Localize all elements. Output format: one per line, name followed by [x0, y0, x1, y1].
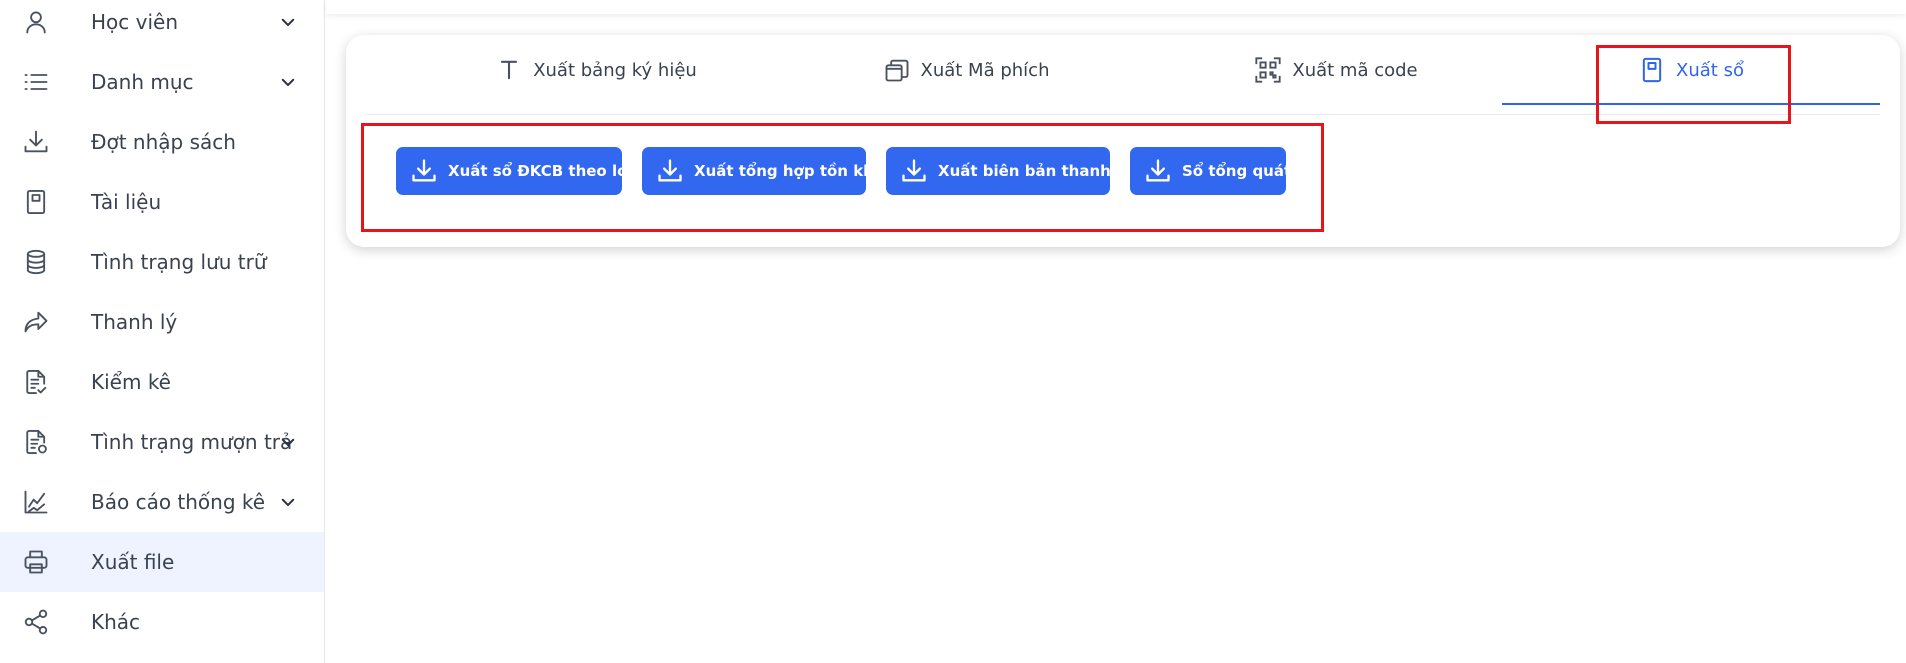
- book-icon: [22, 188, 50, 216]
- export-liquidation-report-button[interactable]: Xuất biên bản thanh lý: [886, 147, 1131, 195]
- export-card: Xuất bảng ký hiệu Xuất Mã phích Xuất mã …: [346, 35, 1900, 247]
- user-icon: [22, 8, 50, 36]
- book-icon: [1638, 56, 1666, 84]
- sidebar-item-khac[interactable]: Khác: [0, 592, 324, 652]
- document-refresh-icon: [22, 428, 50, 456]
- chevron-down-icon[interactable]: [279, 433, 297, 451]
- printer-icon: [22, 548, 50, 576]
- tab-xuat-ma-code[interactable]: Xuất mã code: [1186, 35, 1486, 105]
- checklist-icon: [22, 368, 50, 396]
- sidebar-item-tinh-trang-muon-tra[interactable]: Tình trạng mượn trả: [0, 412, 324, 472]
- download-icon: [656, 157, 684, 185]
- sidebar-item-xuat-file[interactable]: Xuất file: [0, 532, 324, 592]
- sidebar-item-label: Kiểm kê: [91, 370, 171, 394]
- sidebar-item-dot-nhap-sach[interactable]: Đợt nhập sách: [0, 112, 324, 172]
- copy-icon: [883, 56, 911, 84]
- sidebar-item-label: Tình trạng mượn trả: [91, 430, 293, 454]
- tab-xuat-ma-phich[interactable]: Xuất Mã phích: [816, 35, 1116, 105]
- sidebar-item-tai-lieu[interactable]: Tài liệu: [0, 172, 324, 232]
- sidebar-item-label: Thanh lý: [91, 310, 178, 334]
- sidebar: Học viên Danh mục Đợt nhập sách Tài liệu…: [0, 0, 325, 663]
- button-label: Xuất biên bản thanh lý: [938, 162, 1131, 180]
- sidebar-item-label: Khác: [91, 610, 141, 634]
- button-label: Xuất tổng hợp tồn kho: [694, 162, 885, 180]
- download-icon: [410, 157, 438, 185]
- tab-label: Xuất Mã phích: [920, 59, 1050, 81]
- active-tab-indicator: [1502, 103, 1880, 105]
- sidebar-item-kiem-ke[interactable]: Kiểm kê: [0, 352, 324, 412]
- sidebar-item-label: Báo cáo thống kê: [91, 490, 266, 514]
- download-icon: [22, 128, 50, 156]
- chevron-down-icon[interactable]: [279, 13, 297, 31]
- download-icon: [1144, 157, 1172, 185]
- sidebar-item-label: Danh mục: [91, 70, 194, 94]
- text-icon: [495, 56, 523, 84]
- general-ledger-button[interactable]: Sổ tổng quát: [1130, 147, 1291, 195]
- sidebar-item-label: Tình trạng lưu trữ: [91, 250, 267, 274]
- button-label: Xuất sổ ĐKCB theo loại: [448, 162, 643, 180]
- line-chart-icon: [22, 488, 50, 516]
- chevron-down-icon[interactable]: [279, 493, 297, 511]
- sidebar-item-danh-muc[interactable]: Danh mục: [0, 52, 324, 112]
- export-inventory-summary-button[interactable]: Xuất tổng hợp tồn kho: [642, 147, 884, 195]
- list-icon: [22, 68, 50, 96]
- database-icon: [22, 248, 50, 276]
- sidebar-item-label: Đợt nhập sách: [91, 130, 236, 154]
- sidebar-item-thanh-ly[interactable]: Thanh lý: [0, 292, 324, 352]
- sidebar-item-tinh-trang-luu-tru[interactable]: Tình trạng lưu trữ: [0, 232, 324, 292]
- sidebar-item-label: Xuất file: [91, 550, 175, 574]
- export-dkcb-by-type-button[interactable]: Xuất sổ ĐKCB theo loại: [396, 147, 643, 195]
- tab-xuat-bang-ky-hieu[interactable]: Xuất bảng ký hiệu: [446, 35, 746, 105]
- chevron-down-icon[interactable]: [279, 73, 297, 91]
- share-arrow-icon: [22, 308, 50, 336]
- button-label: Sổ tổng quát: [1182, 162, 1292, 180]
- download-icon: [900, 157, 928, 185]
- sidebar-item-label: Tài liệu: [91, 190, 162, 214]
- tab-bar: Xuất bảng ký hiệu Xuất Mã phích Xuất mã …: [366, 35, 1880, 115]
- tab-xuat-so[interactable]: Xuất sổ: [1502, 35, 1880, 105]
- qrcode-icon: [1254, 56, 1282, 84]
- tab-label: Xuất sổ: [1676, 59, 1744, 81]
- top-bar: [326, 0, 1906, 14]
- share-nodes-icon: [22, 608, 50, 636]
- tab-label: Xuất bảng ký hiệu: [533, 59, 697, 81]
- sidebar-item-hoc-vien[interactable]: Học viên: [0, 0, 324, 52]
- tab-label: Xuất mã code: [1292, 59, 1418, 81]
- sidebar-item-label: Học viên: [91, 10, 179, 34]
- sidebar-item-bao-cao-thong-ke[interactable]: Báo cáo thống kê: [0, 472, 324, 532]
